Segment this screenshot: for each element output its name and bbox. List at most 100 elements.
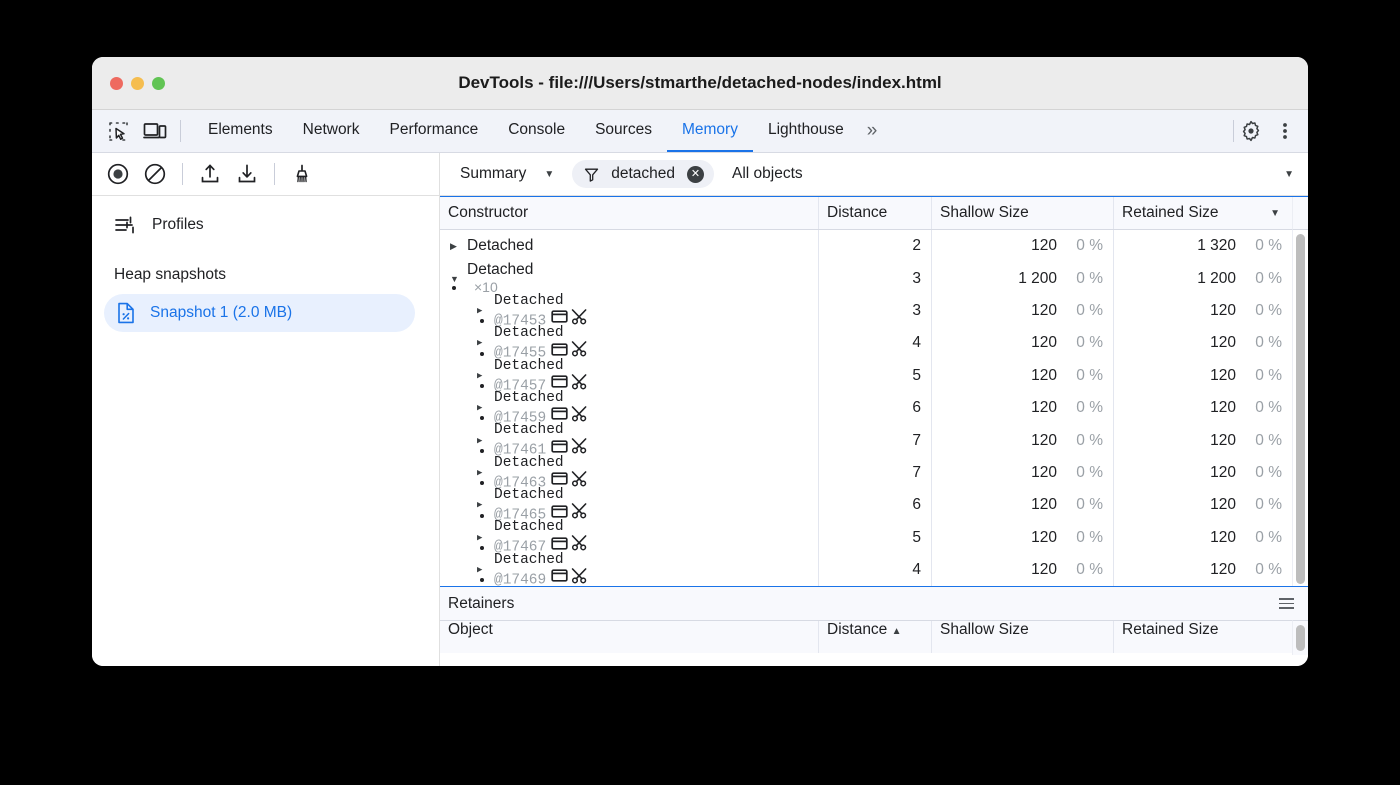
row-distance-cell: 4: [819, 327, 932, 359]
clear-filter-icon[interactable]: ✕: [687, 166, 704, 183]
tab-lighthouse[interactable]: Lighthouse: [753, 110, 859, 152]
row-retained-size-percent: 0 %: [1236, 464, 1282, 482]
upload-icon[interactable]: [198, 162, 222, 186]
row-retained-size-percent: 0 %: [1236, 529, 1282, 547]
row-distance-cell: 2: [819, 230, 932, 262]
detached-scissors-icon[interactable]: [571, 374, 588, 390]
row-retained-size-cell: 1200 %: [1114, 360, 1292, 392]
row-retained-size-cell: 1200 %: [1114, 522, 1292, 554]
row-retained-size-value: 120: [1210, 334, 1236, 352]
row-shallow-size-percent: 0 %: [1057, 561, 1103, 579]
column-header-shallow-size[interactable]: Shallow Size: [932, 197, 1114, 229]
retainers-title: Retainers: [448, 595, 514, 613]
column-header-retained-size[interactable]: Retained Size ▼: [1114, 197, 1292, 229]
filter-chip[interactable]: detached ✕: [572, 160, 714, 188]
row-shallow-size-value: 120: [1031, 302, 1057, 320]
row-retained-size-value: 120: [1210, 302, 1236, 320]
detached-scissors-icon[interactable]: [571, 406, 588, 422]
tab-console[interactable]: Console: [493, 110, 580, 152]
record-icon[interactable]: [106, 162, 130, 186]
table-row[interactable]: Detached @1746751200 %1200 %: [440, 522, 1292, 554]
sort-desc-icon: ▼: [1270, 208, 1280, 219]
detached-scissors-icon[interactable]: [571, 568, 588, 584]
object-select[interactable]: All objects ▼: [714, 165, 1308, 183]
inspect-element-icon[interactable]: [108, 121, 129, 142]
retainers-column-distance[interactable]: Distance ▲: [819, 621, 932, 653]
table-row[interactable]: Detached ×1031 2000 %1 2000 %: [440, 262, 1292, 294]
row-shallow-size-percent: 0 %: [1057, 496, 1103, 514]
table-row[interactable]: Detached @1745961200 %1200 %: [440, 392, 1292, 424]
table-row[interactable]: Detached @1745751200 %1200 %: [440, 360, 1292, 392]
reveal-in-elements-icon[interactable]: [551, 471, 568, 486]
row-constructor-name: Detached @17463: [494, 455, 588, 492]
reveal-in-elements-icon[interactable]: [551, 342, 568, 357]
retainers-column-object[interactable]: Object: [440, 621, 819, 653]
row-shallow-size-cell: 1200 %: [932, 295, 1114, 327]
view-select[interactable]: Summary ▼: [450, 165, 564, 183]
tab-sources[interactable]: Sources: [580, 110, 667, 152]
tab-memory[interactable]: Memory: [667, 110, 753, 152]
sliders-icon: [114, 214, 136, 236]
scrollbar-thumb[interactable]: [1296, 234, 1305, 584]
row-shallow-size-value: 120: [1031, 237, 1057, 255]
tabstrip-left-icons: [92, 110, 180, 152]
retainers-column-shallow-size[interactable]: Shallow Size: [932, 621, 1114, 653]
maximize-window-button[interactable]: [152, 77, 165, 90]
table-row[interactable]: Detached @1746371200 %1200 %: [440, 457, 1292, 489]
row-shallow-size-value: 120: [1031, 561, 1057, 579]
tabstrip-right-icons: [1234, 110, 1308, 152]
gear-icon[interactable]: [1234, 120, 1268, 142]
clear-icon[interactable]: [143, 162, 167, 186]
row-shallow-size-value: 120: [1031, 334, 1057, 352]
table-row[interactable]: Detached @1746941200 %1200 %: [440, 554, 1292, 586]
table-row[interactable]: Detached 21200 %1 3200 %: [440, 230, 1292, 262]
sidebar-item-profiles[interactable]: Profiles: [92, 206, 439, 244]
table-row[interactable]: Detached @1746171200 %1200 %: [440, 424, 1292, 456]
close-window-button[interactable]: [110, 77, 123, 90]
hamburger-icon[interactable]: [1279, 598, 1294, 609]
device-toolbar-icon[interactable]: [143, 121, 167, 142]
tab-elements[interactable]: Elements: [193, 110, 288, 152]
table-row[interactable]: Detached @1745331200 %1200 %: [440, 295, 1292, 327]
window-title: DevTools - file:///Users/stmarthe/detach…: [92, 73, 1308, 93]
row-retained-size-cell: 1200 %: [1114, 457, 1292, 489]
column-header-distance[interactable]: Distance: [819, 197, 932, 229]
column-header-constructor[interactable]: Constructor: [440, 197, 819, 229]
kebab-menu-icon[interactable]: [1274, 121, 1296, 141]
retainers-grid-header: Object Distance ▲ Shallow Size Retained …: [440, 620, 1292, 653]
detached-scissors-icon[interactable]: [571, 471, 588, 487]
more-tabs-icon[interactable]: »: [859, 110, 886, 152]
retainers-scrollbar-thumb[interactable]: [1296, 625, 1305, 651]
table-row[interactable]: Detached @1745541200 %1200 %: [440, 327, 1292, 359]
row-shallow-size-cell: 1200 %: [932, 489, 1114, 521]
retainers-scrollbar[interactable]: [1292, 620, 1308, 655]
row-object-id: @17469: [494, 572, 546, 586]
tab-network[interactable]: Network: [288, 110, 375, 152]
reveal-in-elements-icon[interactable]: [551, 568, 568, 583]
expand-triangle-icon[interactable]: [450, 241, 460, 252]
detached-scissors-icon[interactable]: [571, 341, 588, 357]
reveal-in-elements-icon[interactable]: [551, 439, 568, 454]
reveal-in-elements-icon[interactable]: [551, 536, 568, 551]
detached-scissors-icon[interactable]: [571, 309, 588, 325]
detached-scissors-icon[interactable]: [571, 438, 588, 454]
detached-scissors-icon[interactable]: [571, 535, 588, 551]
retainers-column-retained-size[interactable]: Retained Size: [1114, 621, 1292, 653]
memory-main-panel: Constructor Distance Shallow Size Retain…: [440, 196, 1308, 666]
reveal-in-elements-icon[interactable]: [551, 406, 568, 421]
minimize-window-button[interactable]: [131, 77, 144, 90]
reveal-in-elements-icon[interactable]: [551, 309, 568, 324]
row-constructor-name: Detached @17467: [494, 519, 588, 556]
sidebar-item-snapshot-1[interactable]: Snapshot 1 (2.0 MB): [104, 294, 415, 332]
collect-garbage-icon[interactable]: [290, 162, 314, 186]
constructors-grid-scrollbar[interactable]: [1292, 230, 1308, 586]
reveal-in-elements-icon[interactable]: [551, 374, 568, 389]
detached-scissors-icon[interactable]: [571, 503, 588, 519]
reveal-in-elements-icon[interactable]: [551, 504, 568, 519]
row-retained-size-percent: 0 %: [1236, 561, 1282, 579]
constructors-grid: Constructor Distance Shallow Size Retain…: [440, 196, 1308, 587]
retainers-title-bar: Retainers: [440, 587, 1308, 620]
table-row[interactable]: Detached @1746561200 %1200 %: [440, 489, 1292, 521]
tab-performance[interactable]: Performance: [374, 110, 493, 152]
download-icon[interactable]: [235, 162, 259, 186]
